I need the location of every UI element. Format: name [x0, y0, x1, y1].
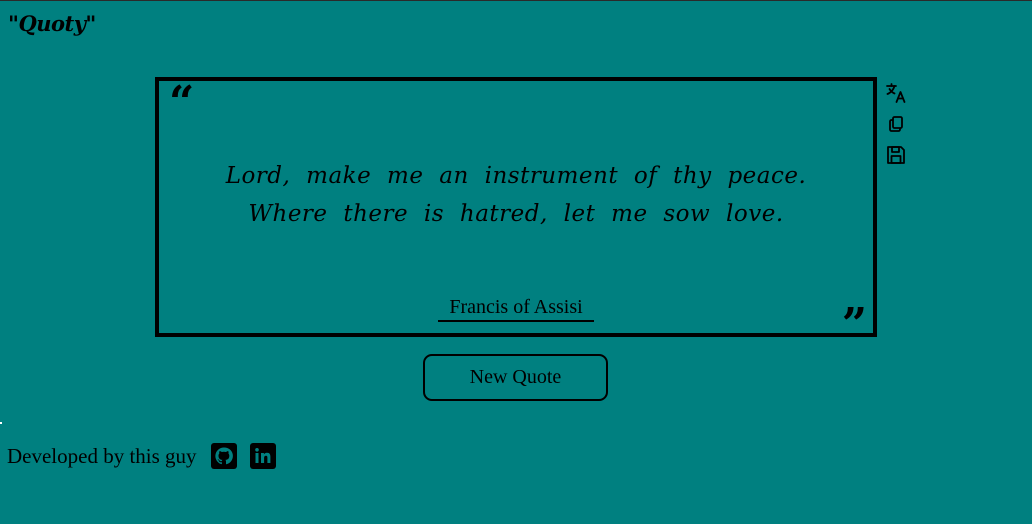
quote-tools	[884, 81, 908, 174]
quote-author: Francis of Assisi	[438, 296, 594, 322]
linkedin-icon[interactable]	[249, 442, 277, 470]
save-icon[interactable]	[884, 143, 908, 167]
new-quote-button[interactable]: New Quote	[423, 354, 608, 401]
translate-icon[interactable]	[884, 81, 908, 105]
copy-icon[interactable]	[884, 112, 908, 136]
footer: Developed by this guy	[7, 441, 288, 471]
footer-credit: Developed by this guy	[7, 443, 197, 468]
quote-card: “ Lord, make me an instrument of thy pea…	[155, 77, 877, 347]
close-quote-mark: ”	[841, 299, 867, 350]
open-quote-mark: “	[169, 77, 194, 128]
stray-dot	[0, 422, 2, 424]
page: "Quoty" “ Lord, make me an instrument of…	[0, 0, 1032, 524]
author-wrapper: Francis of Assisi	[159, 296, 873, 322]
app-logo: "Quoty"	[8, 11, 96, 36]
quote-text: Lord, make me an instrument of thy peace…	[225, 163, 807, 227]
github-icon[interactable]	[210, 442, 238, 470]
